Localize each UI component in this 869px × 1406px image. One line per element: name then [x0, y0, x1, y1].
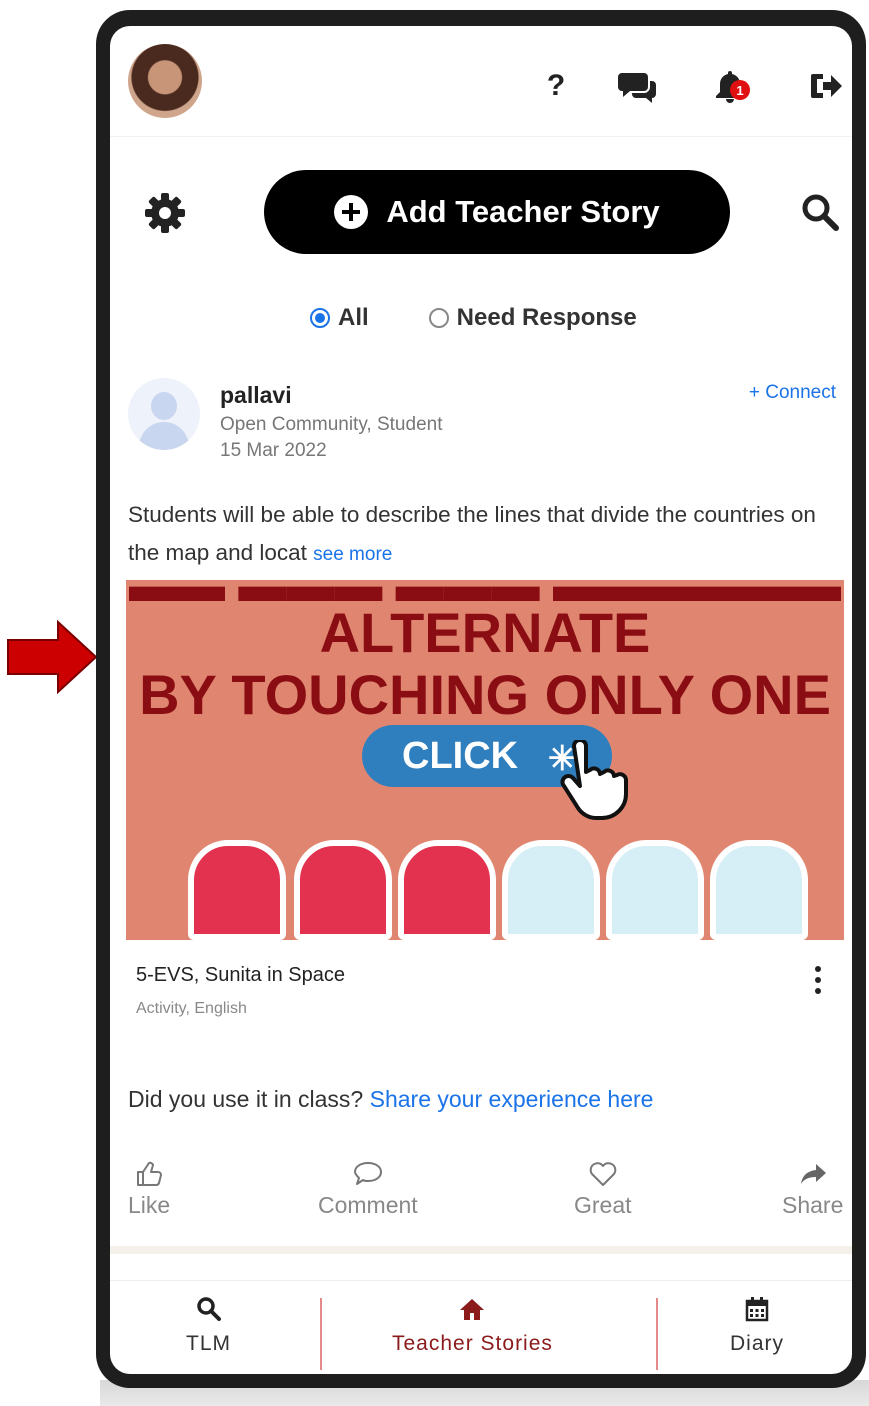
- media-headline-2: BY TOUCHING ONLY ONE: [139, 663, 831, 726]
- nav-tlm[interactable]: TLM: [186, 1296, 231, 1356]
- pointer-arrow-icon: [7, 620, 98, 694]
- author-avatar[interactable]: [128, 378, 200, 450]
- media-headline-1: ALTERNATE: [319, 601, 651, 664]
- more-options-icon[interactable]: [814, 966, 822, 994]
- comment-label: Comment: [318, 1192, 418, 1218]
- jug-red-1: [188, 840, 286, 940]
- jug-red-3: [398, 840, 496, 940]
- app-screen: ? 1 Add Teacher Story All Need Response …: [110, 26, 852, 1374]
- great-button[interactable]: Great: [574, 1160, 632, 1219]
- author-community: Open Community, Student: [220, 414, 443, 435]
- post-media[interactable]: ▬▬ ▬▬▬ ▬▬▬ ▬▬▬▬▬▬ ALTERNATE BY TOUCHING …: [126, 580, 844, 940]
- search-icon: [196, 1297, 221, 1321]
- media-click-label: CLICK: [402, 734, 519, 777]
- filter-option-all[interactable]: All: [310, 304, 369, 332]
- share-button[interactable]: Share: [782, 1160, 843, 1219]
- add-story-label: Add Teacher Story: [386, 194, 660, 229]
- jug-empty-3: [710, 840, 808, 940]
- jug-empty-1: [502, 840, 600, 940]
- settings-gear-icon[interactable]: [144, 192, 186, 234]
- notification-badge: 1: [730, 80, 750, 100]
- author-meta: Open Community, Student 15 Mar 2022: [220, 412, 442, 464]
- share-label: Share: [782, 1192, 844, 1218]
- author-name[interactable]: pallavi: [220, 382, 292, 409]
- nav-diary[interactable]: Diary: [730, 1296, 784, 1356]
- thumbs-up-icon: [137, 1161, 163, 1186]
- jug-red-2: [294, 840, 392, 940]
- chat-icon[interactable]: [618, 66, 658, 106]
- resource-title[interactable]: 5-EVS, Sunita in Space: [136, 964, 345, 987]
- share-arrow-icon: [800, 1164, 826, 1184]
- nav-label: Teacher Stories: [392, 1332, 553, 1355]
- share-experience-link[interactable]: Share your experience here: [370, 1086, 654, 1112]
- notification-bell-icon[interactable]: 1: [710, 66, 750, 106]
- add-teacher-story-button[interactable]: Add Teacher Story: [264, 170, 730, 254]
- comment-bubble-icon: [353, 1162, 382, 1185]
- user-avatar[interactable]: [128, 44, 202, 118]
- resource-tags: Activity, English: [136, 1000, 247, 1017]
- phone-frame: ? 1 Add Teacher Story All Need Response …: [96, 10, 866, 1388]
- post-body: Students will be able to describe the li…: [128, 496, 828, 574]
- jug-empty-2: [606, 840, 704, 940]
- filter-option-need-response[interactable]: Need Response: [428, 304, 637, 332]
- search-icon[interactable]: [800, 192, 840, 232]
- nav-divider: [320, 1298, 322, 1370]
- nav-teacher-stories[interactable]: Teacher Stories: [392, 1296, 553, 1356]
- great-label: Great: [574, 1192, 632, 1218]
- logout-icon[interactable]: [806, 66, 846, 106]
- use-in-class-prompt: Did you use it in class? Share your expe…: [128, 1086, 653, 1113]
- nav-label: Diary: [730, 1332, 785, 1355]
- nav-divider: [656, 1298, 658, 1370]
- filter-label: Need Response: [456, 304, 637, 331]
- radio-selected[interactable]: [310, 308, 330, 328]
- help-icon[interactable]: ?: [536, 66, 576, 106]
- hand-cursor-icon: [560, 740, 628, 820]
- filter-label: All: [338, 304, 369, 331]
- like-label: Like: [128, 1192, 171, 1218]
- post-text: Students will be able to describe the li…: [128, 502, 816, 565]
- section-divider: [110, 1246, 852, 1254]
- like-button[interactable]: Like: [128, 1160, 170, 1219]
- home-icon: [460, 1299, 485, 1320]
- radio-unselected[interactable]: [428, 308, 449, 328]
- plus-circle-icon: [334, 195, 369, 229]
- calendar-icon: [745, 1297, 769, 1322]
- see-more-link[interactable]: see more: [313, 544, 392, 565]
- use-question: Did you use it in class?: [128, 1086, 364, 1112]
- comment-button[interactable]: Comment: [318, 1160, 418, 1219]
- connect-button[interactable]: + Connect: [749, 382, 836, 404]
- top-bar: ? 1: [110, 26, 852, 137]
- heart-icon: [589, 1162, 617, 1186]
- nav-label: TLM: [186, 1332, 231, 1355]
- post-date: 15 Mar 2022: [220, 440, 327, 461]
- story-filter: All Need Response: [310, 304, 637, 332]
